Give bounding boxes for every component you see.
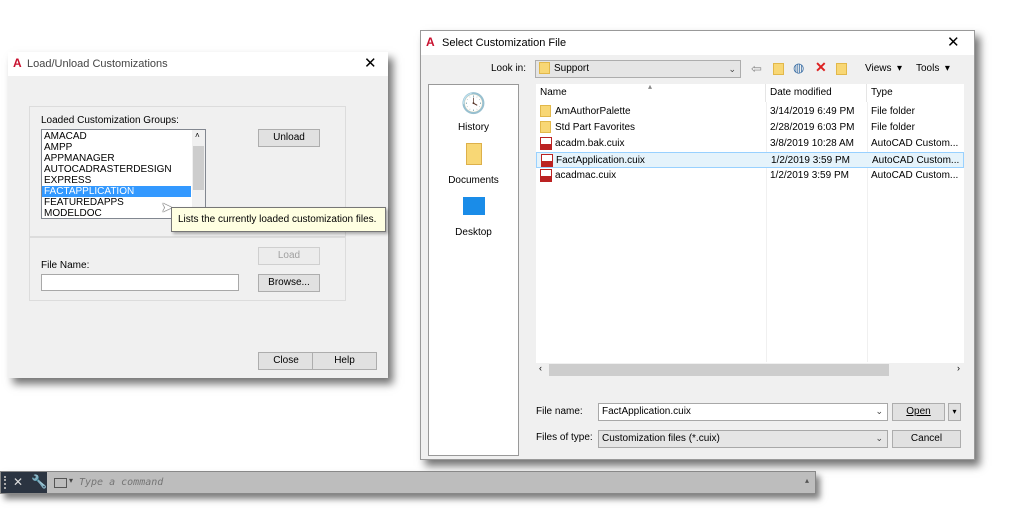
file-row[interactable]: FactApplication.cuix 1/2/2019 3:59 PM Au… <box>536 152 964 168</box>
file-name: AmAuthorPalette <box>555 106 631 117</box>
autocad-logo-icon: A <box>426 35 435 49</box>
command-line: ✕ 🔧 ▾ ▴ <box>0 471 816 494</box>
place-documents[interactable]: Documents <box>429 143 518 186</box>
customize-wrench-icon[interactable]: 🔧 <box>31 474 47 490</box>
open-options-button[interactable]: ▾ <box>948 403 961 421</box>
title-bar: A Load/Unload Customizations ✕ <box>8 52 388 76</box>
up-folder-icon[interactable] <box>773 63 784 75</box>
autocad-logo-icon: A <box>13 56 22 70</box>
file-row[interactable]: AmAuthorPalette 3/14/2019 6:49 PM File f… <box>536 104 964 120</box>
command-input[interactable] <box>79 474 779 491</box>
file-name: Std Part Favorites <box>555 122 636 133</box>
look-in-value: Support <box>554 63 590 74</box>
groups-listbox[interactable]: AMACAD AMPP APPMANAGER AUTOCADRASTERDESIGN E… <box>41 129 206 219</box>
group-list-item[interactable]: EXPRESS <box>42 175 205 186</box>
file-date: 1/2/2019 3:59 PM <box>771 155 850 166</box>
scroll-right-icon[interactable]: › <box>957 363 960 373</box>
desktop-icon <box>462 197 485 215</box>
views-menu[interactable]: Views ▾ <box>865 63 902 74</box>
file-name-label: File name: <box>536 406 583 417</box>
browse-button[interactable]: Browse... <box>258 274 320 292</box>
group-list-item[interactable]: AMPP <box>42 142 205 153</box>
delete-icon[interactable]: ✕ <box>815 59 827 76</box>
file-row[interactable]: Std Part Favorites 2/28/2019 6:03 PM Fil… <box>536 120 964 136</box>
load-button[interactable]: Load <box>258 247 320 265</box>
folder-icon <box>539 62 550 75</box>
chevron-down-icon: ⌄ <box>875 433 883 443</box>
file-row[interactable]: acadm.bak.cuix 3/8/2019 10:28 AM AutoCAD… <box>536 136 964 152</box>
chevron-down-icon[interactable]: ▾ <box>69 476 73 485</box>
column-date[interactable]: Date modified <box>766 84 867 102</box>
group-list-item[interactable]: AMACAD <box>42 131 205 142</box>
open-button[interactable]: Open <box>892 403 945 421</box>
close-icon[interactable]: ✕ <box>947 33 960 51</box>
tools-menu[interactable]: Tools ▾ <box>916 63 950 74</box>
file-date: 3/8/2019 10:28 AM <box>770 138 854 149</box>
cuix-file-icon <box>540 168 552 182</box>
horizontal-scrollbar[interactable]: ‹ › <box>536 363 964 377</box>
file-name: FactApplication.cuix <box>556 155 645 166</box>
scroll-left-icon[interactable]: ‹ <box>539 363 542 373</box>
group-list-item[interactable]: AUTOCADRASTERDESIGN <box>42 164 205 175</box>
folder-icon <box>540 105 551 118</box>
files-of-type-label: Files of type: <box>536 432 593 443</box>
file-type: AutoCAD Custom... <box>871 170 959 181</box>
column-type[interactable]: Type <box>867 84 964 102</box>
file-type: AutoCAD Custom... <box>871 138 959 149</box>
chevron-down-icon: ⌄ <box>728 64 736 74</box>
look-in-dropdown[interactable]: Support ⌄ <box>535 60 741 78</box>
scroll-up-icon[interactable]: ˄ <box>195 131 200 140</box>
dialog-title: Load/Unload Customizations <box>27 58 168 70</box>
title-bar: A Select Customization File ✕ <box>421 31 974 55</box>
select-file-dialog: A Select Customization File ✕ Look in: S… <box>420 30 975 460</box>
history-icon: 🕓 <box>461 93 486 115</box>
place-desktop[interactable]: Desktop <box>429 197 518 238</box>
file-name: acadm.bak.cuix <box>555 138 625 149</box>
cancel-button[interactable]: Cancel <box>892 430 961 448</box>
cuix-file-icon <box>540 136 552 150</box>
file-date: 3/14/2019 6:49 PM <box>770 106 855 117</box>
close-icon[interactable]: ✕ <box>13 475 23 489</box>
dialog-title: Select Customization File <box>442 37 567 49</box>
file-date: 1/2/2019 3:59 PM <box>770 170 849 181</box>
group-list-item[interactable]: APPMANAGER <box>42 153 205 164</box>
cuix-file-icon <box>541 153 553 167</box>
file-list[interactable]: Name ▴ Date modified Type AmAuthorPalett… <box>536 84 964 377</box>
file-name-input[interactable] <box>41 274 239 291</box>
scroll-thumb[interactable] <box>193 146 204 190</box>
listbox-scrollbar[interactable]: ˄ <box>192 130 205 218</box>
close-icon[interactable]: ✕ <box>364 54 377 72</box>
file-name: acadmac.cuix <box>555 170 617 181</box>
scroll-thumb[interactable] <box>549 364 889 376</box>
groups-label: Loaded Customization Groups: <box>41 115 179 126</box>
file-name-input[interactable]: FactApplication.cuix ⌄ <box>598 403 888 421</box>
file-row[interactable]: acadmac.cuix 1/2/2019 3:59 PM AutoCAD Cu… <box>536 168 964 184</box>
file-type: File folder <box>871 106 915 117</box>
close-button[interactable]: Close <box>258 352 314 370</box>
file-type: File folder <box>871 122 915 133</box>
grip-handle[interactable] <box>4 476 8 489</box>
file-name-label: File Name: <box>41 260 90 271</box>
group-list-item[interactable]: FACTAPPLICATION <box>42 186 191 197</box>
sort-arrow-icon: ▴ <box>648 84 653 91</box>
chevron-down-icon[interactable]: ⌄ <box>875 404 883 419</box>
look-in-label: Look in: <box>491 63 527 74</box>
search-web-icon[interactable]: ◍ <box>793 60 804 76</box>
history-expand-icon[interactable]: ▴ <box>805 476 809 485</box>
command-history-icon[interactable] <box>54 478 67 488</box>
help-button[interactable]: Help <box>312 352 377 370</box>
files-of-type-dropdown[interactable]: Customization files (*.cuix) ⌄ <box>598 430 888 448</box>
file-date: 2/28/2019 6:03 PM <box>770 122 855 133</box>
back-icon[interactable]: ⇦ <box>751 61 762 77</box>
tooltip: Lists the currently loaded customization… <box>171 207 386 232</box>
unload-button[interactable]: Unload <box>258 129 320 147</box>
documents-icon <box>465 143 482 165</box>
place-history[interactable]: 🕓 History <box>429 91 518 133</box>
file-type: AutoCAD Custom... <box>872 155 960 166</box>
new-folder-icon[interactable] <box>836 63 847 75</box>
places-bar: 🕓 History Documents Desktop <box>428 84 519 456</box>
folder-icon <box>540 121 551 134</box>
